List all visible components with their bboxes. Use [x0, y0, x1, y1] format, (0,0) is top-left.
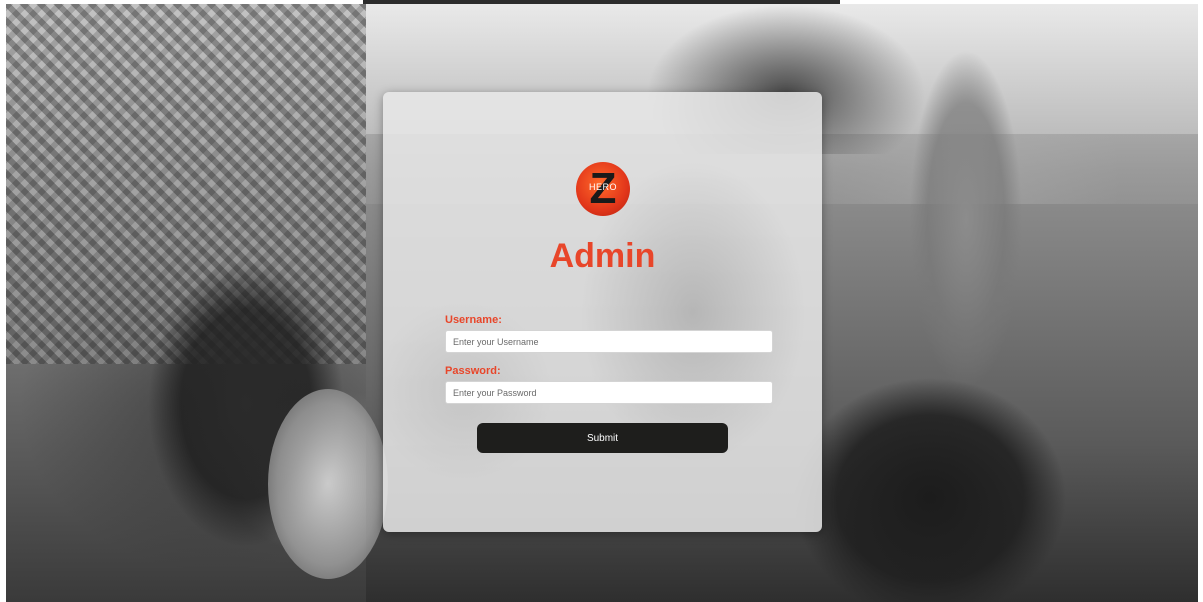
page-title: Admin [549, 237, 656, 275]
login-card-shade [383, 92, 822, 532]
login-card: Z HERO Admin Username: Password: Submit [383, 92, 822, 532]
username-label: Username: [445, 314, 502, 326]
z-hero-logo-icon: Z HERO [576, 162, 630, 216]
password-input[interactable] [445, 381, 773, 404]
submit-button[interactable]: Submit [477, 423, 728, 453]
username-input[interactable] [445, 330, 773, 353]
logo-text: HERO [588, 182, 617, 192]
background-basket [268, 389, 388, 579]
background-figure-front [786, 324, 1146, 602]
password-label: Password: [445, 365, 501, 377]
